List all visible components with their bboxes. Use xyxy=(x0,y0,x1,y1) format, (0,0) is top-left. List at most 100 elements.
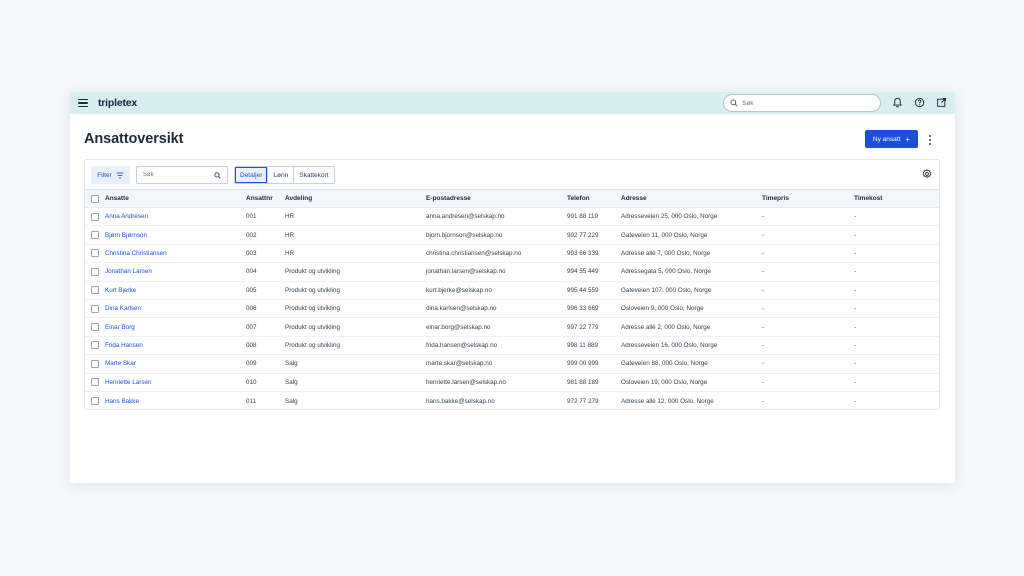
employee-department: HR xyxy=(285,231,295,239)
row-checkbox[interactable] xyxy=(91,397,99,406)
col-timepris[interactable]: Timepris xyxy=(762,195,789,202)
employee-name-link[interactable]: Henriette Larsen xyxy=(105,379,152,386)
employee-name-link[interactable]: Kurt Bjerke xyxy=(105,287,136,294)
menu-icon[interactable] xyxy=(78,99,88,107)
employee-address: Gateveien 88, 000 Oslo, Norge xyxy=(621,360,708,368)
table-row[interactable]: Anna Andresen 001 HR anna.andresen@selskap.… xyxy=(85,208,939,227)
row-checkbox[interactable] xyxy=(91,212,99,221)
employee-phone: 993 66 339 xyxy=(567,249,599,257)
employee-email: jonathan.larsen@selskap.no xyxy=(426,268,506,276)
employee-phone: 972 77 279 xyxy=(567,397,599,405)
global-search[interactable] xyxy=(723,94,881,112)
table-row[interactable]: Christina Christiansen 003 HR christina.chr… xyxy=(85,245,939,264)
tab-detaljer[interactable]: Detaljer xyxy=(235,167,269,183)
employee-department: Salg xyxy=(285,378,298,386)
help-icon[interactable] xyxy=(914,97,925,108)
row-checkbox[interactable] xyxy=(91,267,99,276)
col-telefon[interactable]: Telefon xyxy=(567,195,590,202)
row-checkbox[interactable] xyxy=(91,359,99,368)
employee-number: 010 xyxy=(246,378,257,386)
row-checkbox[interactable] xyxy=(91,304,99,313)
employee-hourly-cost: - xyxy=(854,249,857,257)
table-row[interactable]: Frida Hansen 008 Produkt og utvikling frida… xyxy=(85,337,939,356)
employee-email: bjorn.bjornson@selskap.no xyxy=(426,231,503,239)
employee-name-link[interactable]: Christina Christiansen xyxy=(105,250,167,257)
employee-email: henriette.larsen@selskap.no xyxy=(426,378,506,386)
external-link-icon[interactable] xyxy=(936,97,947,108)
row-checkbox[interactable] xyxy=(91,231,99,240)
filter-label: Filter xyxy=(97,171,112,179)
table-row[interactable]: Einar Borg 007 Produkt og utvikling einar.b… xyxy=(85,318,939,337)
employee-name-link[interactable]: Frida Hansen xyxy=(105,342,143,349)
gear-icon[interactable] xyxy=(922,169,932,179)
employee-name-link[interactable]: Bjørn Bjørnson xyxy=(105,232,147,239)
employee-phone: 995 44 559 xyxy=(567,286,599,294)
row-checkbox[interactable] xyxy=(91,378,99,387)
table-row[interactable]: Henriette Larsen 010 Salg henriette.larsen@… xyxy=(85,374,939,392)
employee-department: Salg xyxy=(285,360,298,368)
employee-name-link[interactable]: Jonathan Larsen xyxy=(105,268,152,275)
col-avdeling[interactable]: Avdeling xyxy=(285,195,312,202)
employee-department: Produkt og utvikling xyxy=(285,341,340,349)
view-tabs: Detaljer Lønn Skattekort xyxy=(234,166,335,184)
top-icons xyxy=(892,97,947,108)
employee-email: marte.skar@selskap.no xyxy=(426,360,493,368)
employee-hourly-cost: - xyxy=(854,305,857,313)
employee-department: Produkt og utvikling xyxy=(285,305,340,313)
kebab-icon[interactable] xyxy=(928,135,932,145)
tab-lonn[interactable]: Lønn xyxy=(268,167,295,183)
employee-hourly-cost: - xyxy=(854,213,857,221)
table-row[interactable]: Bjørn Bjørnson 002 HR bjorn.bjornson@selska… xyxy=(85,226,939,245)
row-checkbox[interactable] xyxy=(91,323,99,332)
search-icon xyxy=(730,99,738,107)
select-all-checkbox[interactable] xyxy=(91,194,99,203)
employee-number: 008 xyxy=(246,341,257,349)
col-ansatte[interactable]: Ansatte xyxy=(105,195,129,202)
row-checkbox[interactable] xyxy=(91,286,99,295)
table-search[interactable] xyxy=(136,166,228,184)
col-timekost[interactable]: Timekost xyxy=(854,195,882,202)
table-row[interactable]: Dina Karlsen 006 Produkt og utvikling dina.… xyxy=(85,300,939,319)
global-search-input[interactable] xyxy=(742,99,872,107)
employee-hourly-rate: - xyxy=(762,231,765,239)
employee-phone: 992 77 229 xyxy=(567,231,599,239)
employee-name-link[interactable]: Marte Skar xyxy=(105,360,136,367)
employee-name-link[interactable]: Hans Bakke xyxy=(105,398,139,405)
employee-hourly-rate: - xyxy=(762,268,765,276)
employee-hourly-cost: - xyxy=(854,286,857,294)
employee-address: Adresse allé 7, 000 Oslo, Norge xyxy=(621,249,711,257)
employee-name-link[interactable]: Anna Andresen xyxy=(105,213,148,220)
employee-phone: 994 55 449 xyxy=(567,268,599,276)
table-row[interactable]: Hans Bakke 011 Salg hans.bakke@selskap.no 97… xyxy=(85,392,939,410)
logo[interactable]: tripletex xyxy=(98,97,137,109)
filter-icon xyxy=(116,172,124,178)
employee-email: dina.karlsen@selskap.no xyxy=(426,305,497,313)
table-row[interactable]: Kurt Bjerke 005 Produkt og utvikling kurt.b… xyxy=(85,282,939,300)
employee-phone: 991 88 119 xyxy=(567,213,599,221)
employee-email: kurt.bjerke@selskap.no xyxy=(426,286,492,294)
employee-hourly-cost: - xyxy=(854,323,857,331)
search-icon xyxy=(214,172,221,179)
filter-button[interactable]: Filter xyxy=(91,166,130,184)
table-row[interactable]: Jonathan Larsen 004 Produkt og utvikling jo… xyxy=(85,263,939,282)
row-checkbox[interactable] xyxy=(91,249,99,258)
employee-address: Gateveien 107, 000 Oslo, Norge xyxy=(621,286,712,294)
col-adresse[interactable]: Adresse xyxy=(621,195,647,202)
employee-number: 002 xyxy=(246,231,257,239)
tab-skattekort[interactable]: Skattekort xyxy=(294,167,333,183)
table-toolbar: Filter Detaljer Lønn Skattekort xyxy=(85,160,939,189)
employee-name-link[interactable]: Einar Borg xyxy=(105,324,135,331)
employee-department: Salg xyxy=(285,397,298,405)
new-employee-button[interactable]: Ny ansatt + xyxy=(865,130,918,148)
employee-phone: 981 88 189 xyxy=(567,378,599,386)
table-search-input[interactable] xyxy=(143,172,211,178)
employee-name-link[interactable]: Dina Karlsen xyxy=(105,305,141,312)
row-checkbox[interactable] xyxy=(91,341,99,350)
table-header: Ansatte Ansattnr Avdeling E-postadresse … xyxy=(85,189,939,208)
employee-email: hans.bakke@selskap.no xyxy=(426,397,495,405)
table-row[interactable]: Marte Skar 009 Salg marte.skar@selskap.no 99… xyxy=(85,355,939,374)
employee-hourly-cost: - xyxy=(854,231,857,239)
bell-icon[interactable] xyxy=(892,97,903,108)
col-epost[interactable]: E-postadresse xyxy=(426,195,471,202)
col-ansattnr[interactable]: Ansattnr xyxy=(246,195,273,202)
